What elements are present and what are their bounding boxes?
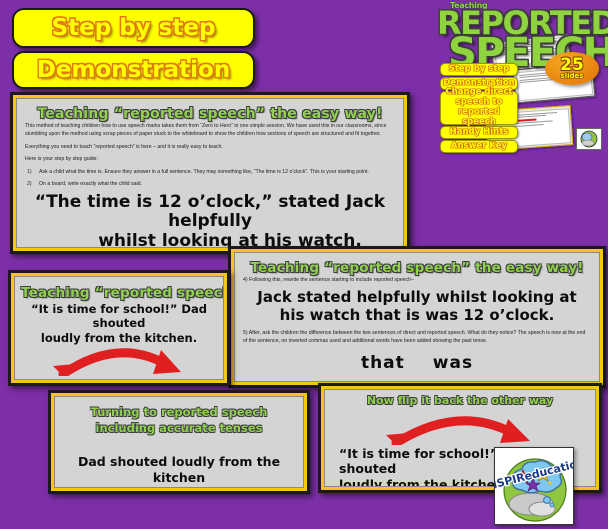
brand-logo-mini: [576, 128, 602, 150]
panel-turning-word-it: it: [113, 487, 132, 488]
pill-step-by-step-label: Step by step: [51, 15, 216, 41]
panel-method-title: Teaching “reported speech” the easy way!: [37, 106, 383, 122]
pill-step-by-step[interactable]: Step by step: [12, 8, 255, 48]
slide-count-unit: slides: [560, 72, 584, 81]
pill-demonstration[interactable]: Demonstration: [12, 51, 255, 89]
panel-rewrite-headline-line1: Jack stated helpfully whilst looking at: [257, 287, 577, 306]
panel-turning-word-that: that: [84, 487, 113, 488]
cover-menu-step-by-step[interactable]: Step by step: [440, 63, 518, 76]
panel-rewrite-item5: 5) After, ask the children the differenc…: [243, 330, 586, 345]
panel-flip-bottom-line1: “It is time for school!” Dad shouted: [21, 377, 217, 379]
panel-method-headline-line1: “The time is 12 o’clock,” stated Jack he…: [34, 191, 386, 232]
panel-method-item1-number: 1): [27, 169, 32, 176]
curved-arrow-icon-back: [331, 411, 589, 445]
panel-rewrite-title: Teaching “reported speech” the easy way!: [250, 260, 584, 276]
panel-flip-top-line2: loudly from the kitchen.: [40, 330, 198, 345]
slide-panel-method[interactable]: Teaching “reported speech” the easy way!…: [10, 92, 410, 254]
panel-flip-top-line1: “It is time for school!” Dad shouted: [31, 302, 207, 331]
cover-menu-change-direct-speech[interactable]: Change direct speech to reported speech: [440, 88, 518, 127]
panel-method-item2-text: On a board, write exactly what the child…: [39, 180, 142, 187]
panel-flip-bottom-quoted: “It is time for school!”: [31, 377, 177, 379]
slide-panel-flip[interactable]: Teaching “reported speech” the easy way!…: [8, 270, 230, 386]
panel-flip-title: Teaching “reported speech” the easy way!: [21, 285, 223, 301]
slide-count-badge: 25 slides: [545, 52, 599, 85]
panel-rewrite-keywords: that was: [243, 353, 591, 373]
pill-demonstration-label: Demonstration: [36, 57, 231, 83]
panel-turning-body: Dad shouted loudly from the kitchen that…: [63, 454, 295, 488]
panel-turning-body-line1: Dad shouted loudly from the kitchen: [77, 454, 281, 486]
slide-panel-method-body: Teaching “reported speech” the easy way!…: [16, 98, 404, 248]
panel-turning-body-line2: that it was time for school.: [63, 487, 295, 488]
panel-method-para3: Here is your step by step guide:: [25, 156, 98, 163]
panel-method-para1: This method of teaching children how to …: [25, 123, 387, 137]
curved-arrow-icon: [21, 346, 217, 377]
panel-turning-body-tail: time for school.: [159, 487, 275, 488]
slide-panel-flip-body: Teaching “reported speech” the easy way!…: [14, 276, 224, 380]
panel-method-item1-text: Ask a child what the time is. Ensure the…: [39, 169, 369, 176]
slide-panel-rewrite-body: Teaching “reported speech” the easy way!…: [234, 252, 600, 382]
slide-panel-turning[interactable]: Turning to reported speech including acc…: [48, 390, 310, 494]
panel-turning-title-line2: including accurate tenses: [95, 420, 263, 435]
slide-panel-rewrite[interactable]: Teaching “reported speech” the easy way!…: [228, 246, 606, 388]
panel-turning-title: Turning to reported speech including acc…: [63, 405, 295, 436]
panel-method-para2: Everything you need to teach “reported s…: [25, 143, 223, 150]
panel-rewrite-headline-line2: his watch that is was 12 o’clock.: [279, 306, 555, 325]
brand-logo: INSPIReducation: [494, 447, 574, 525]
slide-count-number: 25: [560, 54, 584, 75]
cover-menu-handy-hints[interactable]: Handy Hints: [440, 126, 518, 139]
cover-menu-answer-key[interactable]: Answer Key: [440, 140, 518, 153]
keyword-that: that: [360, 352, 405, 373]
panel-turning-word-was: was: [132, 487, 159, 488]
panel-method-headline: “The time is 12 o’clock,” stated Jack he…: [25, 191, 395, 247]
panel-turning-title-line1: Turning to reported speech: [90, 405, 268, 419]
slide-panel-turning-body: Turning to reported speech including acc…: [54, 396, 304, 488]
panel-rewrite-headline: Jack stated helpfully whilst looking at …: [243, 288, 591, 325]
keyword-was: was: [432, 352, 474, 373]
panel-rewrite-item4: 4) Following this, rewrite the sentence …: [243, 277, 414, 283]
panel-flip-back-title: Now flip it back the other way: [366, 394, 554, 407]
panel-method-item2-number: 2): [27, 180, 32, 187]
